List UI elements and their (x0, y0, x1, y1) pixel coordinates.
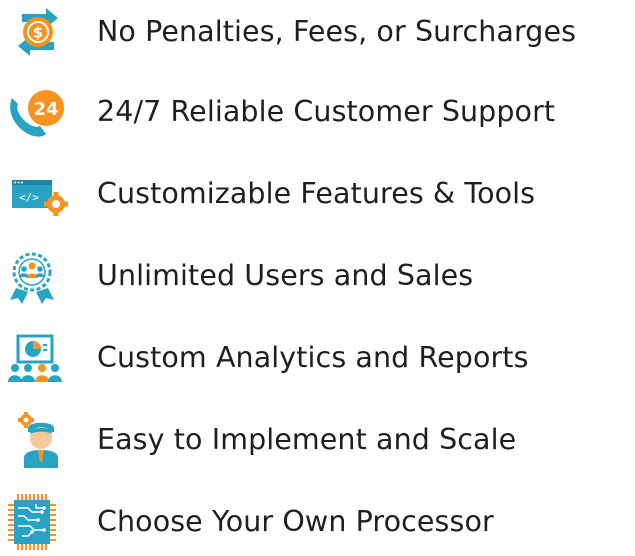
feature-label: Choose Your Own Processor (97, 505, 494, 538)
phone-24-support-icon: 24 (2, 84, 74, 140)
presentation-pie-chart-icon (2, 330, 74, 386)
feature-item-processor: Choose Your Own Processor (0, 490, 635, 554)
svg-text:24: 24 (33, 99, 58, 120)
feature-label: Easy to Implement and Scale (97, 423, 517, 456)
svg-text:$: $ (33, 24, 43, 42)
feature-item-no-penalties: $ No Penalties, Fees, or Surcharges (0, 0, 635, 64)
feature-label: 24/7 Reliable Customer Support (97, 95, 556, 128)
feature-label: Customizable Features & Tools (97, 177, 536, 210)
processor-chip-icon (2, 494, 74, 550)
feature-item-unlimited-users: Unlimited Users and Sales (0, 244, 635, 308)
feature-item-support: 24 24/7 Reliable Customer Support (0, 80, 635, 144)
feature-label: Unlimited Users and Sales (97, 259, 474, 292)
code-window-gear-icon: </> (2, 166, 74, 222)
feature-item-analytics: Custom Analytics and Reports (0, 326, 635, 390)
person-gear-icon (2, 412, 74, 468)
feature-label: No Penalties, Fees, or Surcharges (97, 15, 577, 48)
feature-item-easy-implement: Easy to Implement and Scale (0, 408, 635, 472)
feature-list: $ No Penalties, Fees, or Surcharges 24 2… (0, 0, 635, 556)
users-badge-ribbon-icon (2, 248, 74, 304)
svg-text:</>: </> (19, 191, 39, 204)
feature-label: Custom Analytics and Reports (97, 341, 529, 374)
dollar-coin-arrows-icon: $ (2, 4, 74, 60)
feature-item-customizable: </> Customizable Features & Tools (0, 162, 635, 226)
